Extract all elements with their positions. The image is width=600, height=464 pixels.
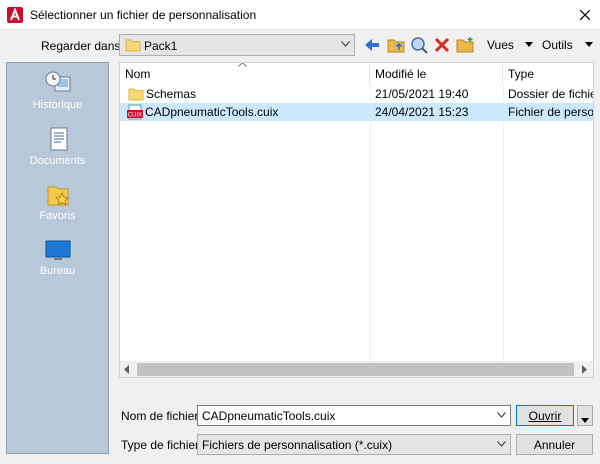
place-label: Favoris xyxy=(39,210,76,222)
folder-icon xyxy=(125,39,141,52)
place-label: Bureau xyxy=(39,265,76,277)
back-button[interactable] xyxy=(362,35,382,55)
history-icon xyxy=(45,71,70,92)
file-row-schemas[interactable]: Schemas 21/05/2021 19:40 Dossier de fich… xyxy=(120,85,593,103)
place-bureau[interactable]: Bureau xyxy=(7,235,108,277)
views-menu[interactable]: Vues xyxy=(487,38,514,52)
filetype-select[interactable]: Fichiers de personnalisation (*.cuix) xyxy=(197,434,511,455)
lookin-label: Regarder dans: xyxy=(41,39,124,53)
back-arrow-icon xyxy=(365,39,379,51)
filetype-value: Fichiers de personnalisation (*.cuix) xyxy=(202,438,393,452)
scroll-left-icon[interactable] xyxy=(124,365,130,374)
filename-label: Nom de fichier: xyxy=(121,409,202,423)
open-options-button[interactable] xyxy=(577,405,593,426)
desktop-icon xyxy=(45,240,70,260)
column-name-header[interactable]: Nom xyxy=(120,63,370,85)
file-row-cuix[interactable]: CUIX CADpneumaticTools.cuix 24/04/2021 1… xyxy=(120,103,594,121)
search-web-button[interactable] xyxy=(409,35,429,55)
column-divider xyxy=(503,85,504,361)
place-historique[interactable]: Historique xyxy=(7,69,108,111)
cancel-button[interactable]: Annuler xyxy=(516,434,593,455)
place-documents[interactable]: Documents xyxy=(7,125,108,167)
file-list[interactable]: Nom Modifié le Type Schemas 21/05/2021 1… xyxy=(119,62,594,378)
file-type: Fichier de personn xyxy=(508,105,594,119)
filename-input[interactable]: CADpneumaticTools.cuix xyxy=(197,405,511,426)
scrollbar-thumb[interactable] xyxy=(137,363,574,376)
places-bar: Historique Documents Favoris Bureau xyxy=(6,62,109,454)
title-bar: Sélectionner un fichier de personnalisat… xyxy=(0,0,600,30)
file-name: CADpneumaticTools.cuix xyxy=(145,105,279,119)
documents-icon xyxy=(50,127,67,151)
cuix-file-icon: CUIX xyxy=(127,104,143,120)
tools-dropdown-icon[interactable] xyxy=(585,42,593,47)
new-folder-icon xyxy=(456,37,474,53)
open-button[interactable]: Ouvrir xyxy=(516,405,574,426)
tools-menu[interactable]: Outils xyxy=(542,38,573,52)
close-icon xyxy=(580,10,590,20)
file-type: Dossier de fichiers xyxy=(508,87,593,101)
horizontal-scrollbar[interactable] xyxy=(120,361,593,377)
svg-text:CUIX: CUIX xyxy=(128,113,142,119)
chevron-down-icon xyxy=(341,41,350,47)
place-favoris[interactable]: Favoris xyxy=(7,180,108,222)
file-modified: 21/05/2021 19:40 xyxy=(375,87,469,101)
scroll-right-icon[interactable] xyxy=(582,365,588,374)
filetype-label: Type de fichier: xyxy=(121,438,203,452)
favorites-icon xyxy=(47,186,69,206)
column-divider xyxy=(370,85,371,361)
up-folder-button[interactable] xyxy=(386,35,406,55)
search-web-icon xyxy=(411,37,428,54)
column-type-header[interactable]: Type xyxy=(503,63,593,85)
delete-icon xyxy=(434,37,450,53)
file-modified: 24/04/2021 15:23 xyxy=(375,105,469,119)
place-label: Documents xyxy=(29,155,86,167)
sort-ascending-icon xyxy=(238,63,247,67)
column-modified-header[interactable]: Modifié le xyxy=(370,63,503,85)
place-label: Historique xyxy=(32,99,83,111)
views-dropdown-icon[interactable] xyxy=(525,42,533,47)
file-name: Schemas xyxy=(146,87,197,101)
autocad-logo-icon xyxy=(7,7,23,23)
close-button[interactable] xyxy=(570,0,600,30)
chevron-down-icon xyxy=(497,441,506,447)
lookin-value: Pack1 xyxy=(144,39,178,53)
up-folder-icon xyxy=(387,39,405,53)
column-header: Nom Modifié le Type xyxy=(120,63,593,85)
delete-button[interactable] xyxy=(432,35,452,55)
folder-icon xyxy=(128,88,144,101)
window-title: Sélectionner un fichier de personnalisat… xyxy=(30,8,257,22)
new-folder-button[interactable] xyxy=(455,35,475,55)
filename-value: CADpneumaticTools.cuix xyxy=(202,409,336,423)
chevron-down-icon[interactable] xyxy=(497,412,506,418)
chevron-down-icon xyxy=(581,418,589,423)
lookin-combo[interactable]: Pack1 xyxy=(119,34,355,56)
